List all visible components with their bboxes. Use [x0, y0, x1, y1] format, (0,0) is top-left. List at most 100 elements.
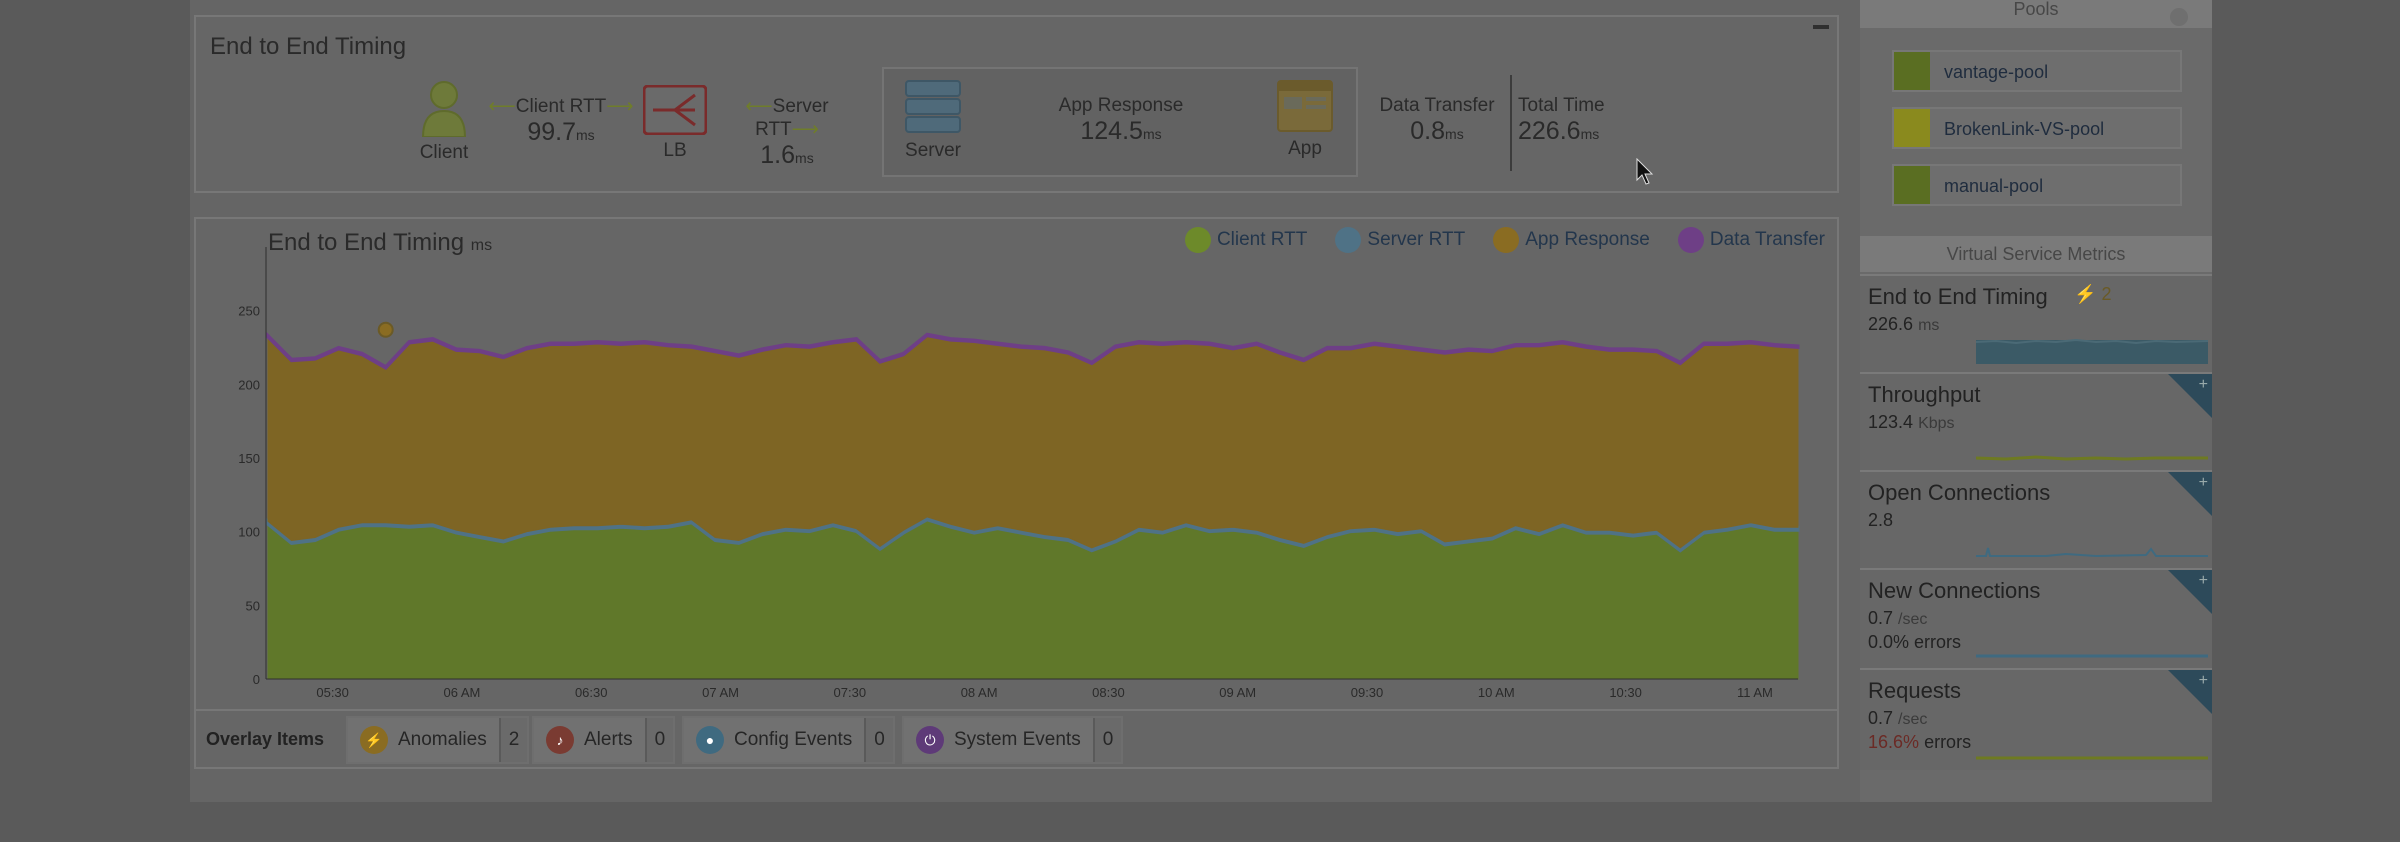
metric-title: Open Connections	[1868, 480, 2051, 505]
e2e-timing-chart[interactable]: 0 50 100 150 200 250 05:30 06 AM 06:30 07 AM 07:30…	[196, 219, 1837, 709]
metric-sparkline	[1976, 756, 2208, 760]
metric-open-connections[interactable]: + Open Connections 2.8	[1860, 470, 2212, 568]
mouse-cursor-icon	[1636, 158, 1654, 185]
overlay-alerts-label: Alerts	[584, 729, 633, 750]
server-rtt-metric: ⟵Server RTT⟶ 1.6ms	[712, 95, 862, 170]
y-tick-label: 50	[246, 598, 260, 613]
legend-item-data-transfer[interactable]: Data Transfer	[1677, 227, 1825, 253]
pool-name: BrokenLink-VS-pool	[1944, 119, 2105, 139]
server-node: Server	[898, 79, 968, 162]
client-rtt-label: Client RTT	[515, 96, 607, 117]
chart-legend: Client RTT Server RTT App Response Data …	[1184, 227, 1825, 253]
metric-value: 123.4	[1868, 412, 1914, 432]
collapse-icon[interactable]	[1813, 25, 1829, 29]
client-rtt-unit: ms	[576, 127, 595, 143]
y-tick-label: 250	[238, 304, 260, 319]
anomaly-badge-count: 2	[2101, 284, 2112, 304]
data-transfer-metric: Data Transfer 0.8ms	[1374, 95, 1500, 146]
metric-new-connections[interactable]: + New Connections 0.7 /sec 0.0% errors	[1860, 568, 2212, 668]
pool-color-swatch	[1894, 109, 1930, 147]
arrow-left-icon: ⟵	[488, 96, 516, 117]
scroll-knob[interactable]	[2168, 6, 2190, 28]
data-transfer-value: 0.8	[1410, 117, 1446, 145]
overlay-system-events-button[interactable]: ⏻ System Events 0	[902, 716, 1124, 764]
server-label: Server	[905, 140, 961, 161]
legend-dot-icon	[1335, 227, 1362, 253]
legend-dot-icon	[1184, 227, 1211, 253]
divider	[1510, 75, 1512, 171]
total-time-value: 226.6	[1518, 117, 1581, 145]
legend-item-app-response[interactable]: App Response	[1493, 227, 1650, 253]
y-tick-label: 100	[238, 525, 260, 540]
data-transfer-unit: ms	[1445, 126, 1464, 142]
metric-sparkline	[1976, 547, 2208, 558]
x-tick-label: 05:30	[316, 685, 349, 700]
anomaly-icon: ⚡	[360, 726, 388, 754]
arrow-right-icon: ⟶	[606, 96, 634, 117]
metric-sparkline	[1976, 654, 2208, 658]
lb-node: LB	[640, 84, 710, 162]
pool-item[interactable]: BrokenLink-VS-pool	[1892, 107, 2182, 149]
x-tick-label: 06 AM	[444, 685, 481, 700]
client-person-icon	[421, 81, 467, 138]
legend-label: Client RTT	[1216, 229, 1308, 250]
metric-requests[interactable]: + Requests 0.7 /sec 16.6% errors	[1860, 668, 2212, 770]
metric-unit: ms	[1918, 317, 1940, 334]
x-tick-label: 11 AM	[1737, 685, 1773, 700]
legend-item-server-rtt[interactable]: Server RTT	[1335, 227, 1465, 253]
metric-title: Throughput	[1868, 382, 1981, 407]
x-tick-label: 09:30	[1351, 685, 1384, 700]
metric-throughput[interactable]: + Throughput 123.4 Kbps	[1860, 372, 2212, 470]
metric-errors-value: 16.6%	[1868, 732, 1920, 752]
pool-color-swatch	[1894, 166, 1930, 204]
load-balancer-icon	[642, 84, 708, 136]
alert-bell-icon: ♪	[546, 726, 574, 754]
legend-item-client-rtt[interactable]: Client RTT	[1184, 227, 1308, 253]
e2e-summary-panel: End to End Timing Client ⟵Client RTT⟶ 99…	[194, 15, 1839, 193]
pool-color-swatch	[1894, 52, 1930, 90]
plus-icon: +	[2198, 572, 2208, 589]
pool-item[interactable]: manual-pool	[1892, 164, 2182, 206]
plus-icon: +	[2198, 672, 2208, 689]
x-tick-label: 09 AM	[1219, 685, 1256, 700]
client-rtt-metric: ⟵Client RTT⟶ 99.7ms	[486, 95, 636, 147]
x-tick-label: 07 AM	[702, 685, 739, 700]
metric-e2e-timing[interactable]: End to End Timing ⚡ 2 226.6 ms	[1860, 274, 2212, 372]
metric-value: 0.7	[1868, 608, 1894, 628]
arrow-right-icon: ⟶	[791, 119, 819, 140]
series-area-app-response	[267, 335, 1799, 549]
legend-label: App Response	[1525, 229, 1650, 250]
overlay-items-label: Overlay Items	[206, 729, 325, 749]
total-time-unit: ms	[1580, 126, 1600, 142]
x-tick-label: 08 AM	[961, 685, 998, 700]
overlay-config-events-button[interactable]: ● Config Events 0	[682, 716, 895, 764]
y-tick-label: 150	[238, 451, 260, 466]
pool-name: vantage-pool	[1944, 62, 2049, 82]
plus-icon: +	[2198, 474, 2208, 491]
overlay-anomalies-button[interactable]: ⚡ Anomalies 2	[346, 716, 530, 764]
x-tick-label: 06:30	[575, 685, 608, 700]
metric-value: 2.8	[1868, 510, 1894, 530]
overlay-alerts-count: 0	[644, 718, 674, 762]
lightning-icon: ⚡	[2074, 284, 2097, 304]
overlay-system-events-count: 0	[1092, 718, 1122, 762]
pools-header: Pools	[1860, 0, 2212, 28]
metric-errors-label: errors	[1924, 732, 1972, 752]
x-tick-label: 07:30	[834, 685, 867, 700]
server-rtt-value: 1.6	[760, 141, 796, 169]
system-power-icon: ⏻	[916, 726, 944, 754]
overlay-system-events-label: System Events	[954, 729, 1081, 750]
anomaly-badge[interactable]: ⚡ 2	[2074, 284, 2111, 305]
overlay-alerts-button[interactable]: ♪ Alerts 0	[532, 716, 676, 764]
metric-unit: /sec	[1898, 711, 1928, 728]
overlay-config-events-label: Config Events	[734, 729, 853, 750]
pool-item[interactable]: vantage-pool	[1892, 50, 2182, 92]
metric-title: End to End Timing	[1868, 284, 2048, 309]
metric-errors-value: 0.0%	[1868, 632, 1910, 652]
app-response-value: 124.5	[1080, 117, 1143, 145]
anomaly-marker	[377, 321, 394, 338]
e2e-chart-panel: 0 50 100 150 200 250 05:30 06 AM 06:30 07 AM 07:30…	[194, 217, 1839, 769]
screen: End to End Timing Client ⟵Client RTT⟶ 99…	[0, 0, 2400, 842]
overlay-items-bar: Overlay Items ⚡ Anomalies 2 ♪ Alerts 0 ● Co…	[196, 709, 1837, 767]
y-tick-label: 200	[238, 377, 260, 392]
